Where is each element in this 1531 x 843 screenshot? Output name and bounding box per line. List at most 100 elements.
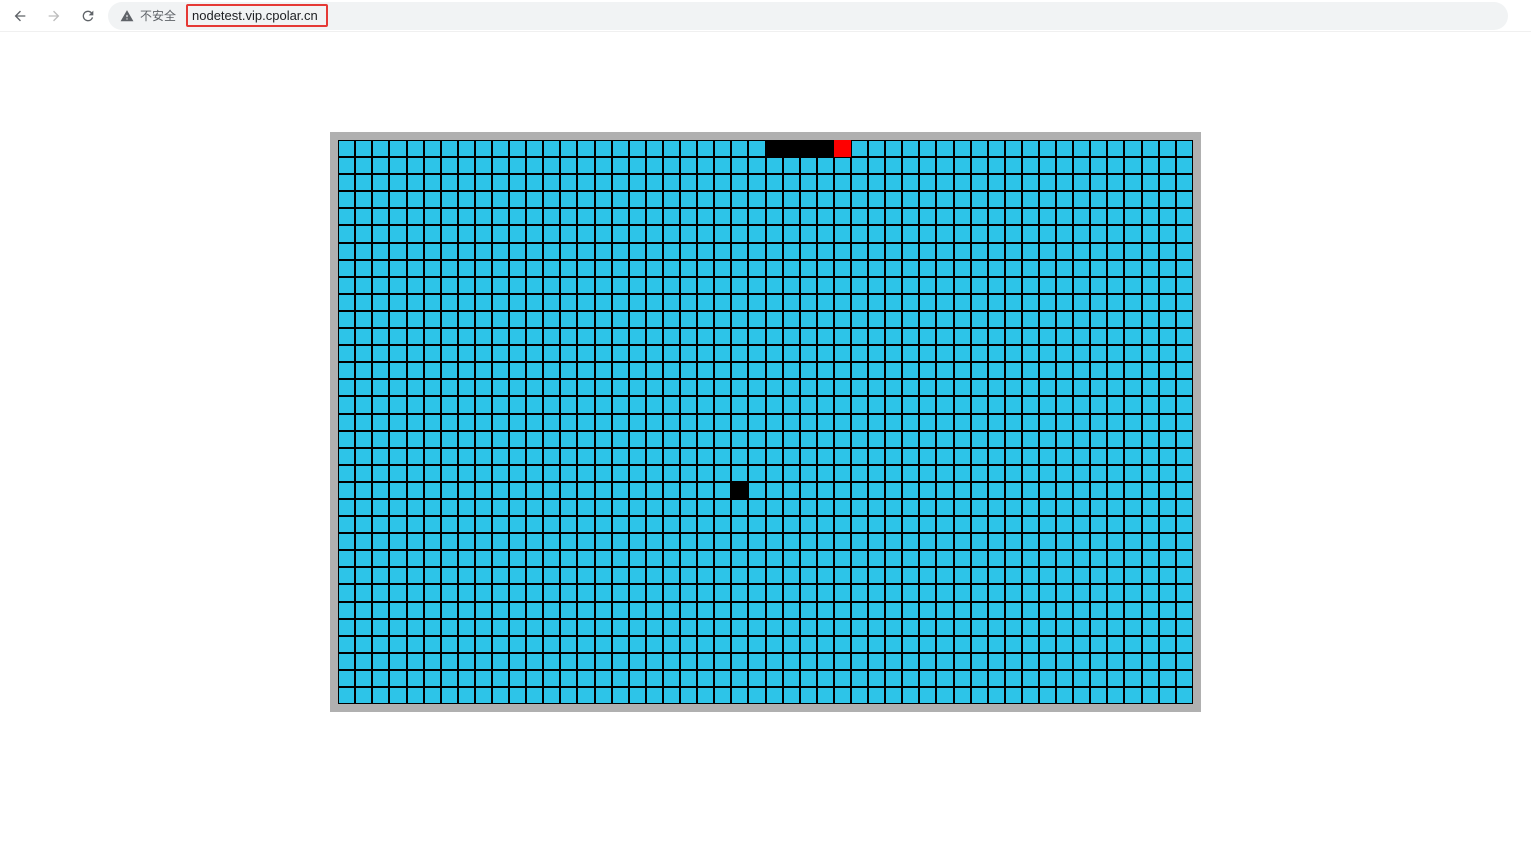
grid-cell (971, 636, 988, 653)
grid-cell (492, 431, 509, 448)
grid-cell (458, 619, 475, 636)
grid-cell (355, 379, 372, 396)
back-icon[interactable] (12, 8, 28, 24)
grid-cell (1005, 379, 1022, 396)
grid-cell (697, 533, 714, 550)
grid-cell (355, 516, 372, 533)
grid-cell (372, 602, 389, 619)
grid-cell (595, 619, 612, 636)
grid-cell (868, 396, 885, 413)
grid-cell (783, 584, 800, 601)
grid-cell (1142, 670, 1159, 687)
grid-cell (663, 602, 680, 619)
grid-cell (1056, 533, 1073, 550)
grid-cell (543, 328, 560, 345)
grid-cell (543, 670, 560, 687)
grid-cell (355, 260, 372, 277)
grid-cell (1090, 140, 1107, 157)
grid-cell (1107, 533, 1124, 550)
grid-cell (988, 636, 1005, 653)
grid-cell (1039, 243, 1056, 260)
grid-cell (714, 260, 731, 277)
grid-cell (595, 243, 612, 260)
grid-cell (1107, 550, 1124, 567)
grid-cell (1159, 225, 1176, 242)
grid-cell (646, 533, 663, 550)
grid-cell (543, 619, 560, 636)
grid-cell (971, 260, 988, 277)
grid-cell (560, 260, 577, 277)
grid-cell (1056, 208, 1073, 225)
grid-cell (1159, 396, 1176, 413)
grid-cell (629, 311, 646, 328)
grid-cell (646, 260, 663, 277)
grid-cell (988, 653, 1005, 670)
grid-cell (919, 379, 936, 396)
grid-cell (424, 619, 441, 636)
grid-cell (1176, 140, 1193, 157)
forward-icon[interactable] (46, 8, 62, 24)
grid-cell (748, 533, 765, 550)
grid-cell (1124, 260, 1141, 277)
grid-cell (851, 345, 868, 362)
grid-cell (372, 653, 389, 670)
grid-cell (1142, 653, 1159, 670)
grid-cell (1090, 277, 1107, 294)
grid-cell (1056, 619, 1073, 636)
grid-cell (783, 311, 800, 328)
grid-cell (868, 191, 885, 208)
grid-cell (492, 157, 509, 174)
grid-cell (577, 277, 594, 294)
grid-cell (338, 636, 355, 653)
grid-cell (543, 584, 560, 601)
grid-cell (424, 157, 441, 174)
grid-cell (1022, 602, 1039, 619)
grid-cell (338, 567, 355, 584)
grid-cell (338, 670, 355, 687)
grid-cell (1107, 294, 1124, 311)
grid-cell (1073, 345, 1090, 362)
grid-cell (595, 345, 612, 362)
grid-cell (1090, 208, 1107, 225)
grid-cell (936, 208, 953, 225)
grid-cell (441, 550, 458, 567)
grid-cell (407, 687, 424, 704)
grid-cell (1056, 499, 1073, 516)
snake-game-board[interactable] (330, 132, 1201, 712)
grid-cell (595, 311, 612, 328)
grid-cell (560, 311, 577, 328)
food (731, 482, 748, 499)
grid-cell (424, 414, 441, 431)
security-indicator[interactable]: 不安全 (120, 7, 176, 24)
grid-cell (851, 328, 868, 345)
grid-cell (783, 602, 800, 619)
grid-cell (372, 191, 389, 208)
grid-cell (526, 311, 543, 328)
grid-cell (629, 191, 646, 208)
grid-cell (1176, 157, 1193, 174)
grid-cell (1022, 243, 1039, 260)
grid-cell (1176, 243, 1193, 260)
grid-cell (1176, 516, 1193, 533)
grid-cell (1039, 191, 1056, 208)
grid-cell (1107, 465, 1124, 482)
grid-cell (389, 345, 406, 362)
grid-cell (1159, 482, 1176, 499)
grid-cell (441, 191, 458, 208)
reload-icon[interactable] (80, 8, 96, 24)
grid-cell (748, 174, 765, 191)
grid-cell (629, 294, 646, 311)
grid-cell (475, 431, 492, 448)
grid-cell (1124, 567, 1141, 584)
address-bar[interactable]: 不安全 nodetest.vip.cpolar.cn (108, 2, 1508, 30)
grid-cell (1124, 191, 1141, 208)
grid-cell (697, 379, 714, 396)
grid-cell (731, 243, 748, 260)
grid-cell (697, 516, 714, 533)
grid-cell (1022, 225, 1039, 242)
grid-cell (834, 431, 851, 448)
grid-cell (629, 499, 646, 516)
grid-cell (731, 174, 748, 191)
grid-cell (372, 157, 389, 174)
grid-cell (407, 174, 424, 191)
